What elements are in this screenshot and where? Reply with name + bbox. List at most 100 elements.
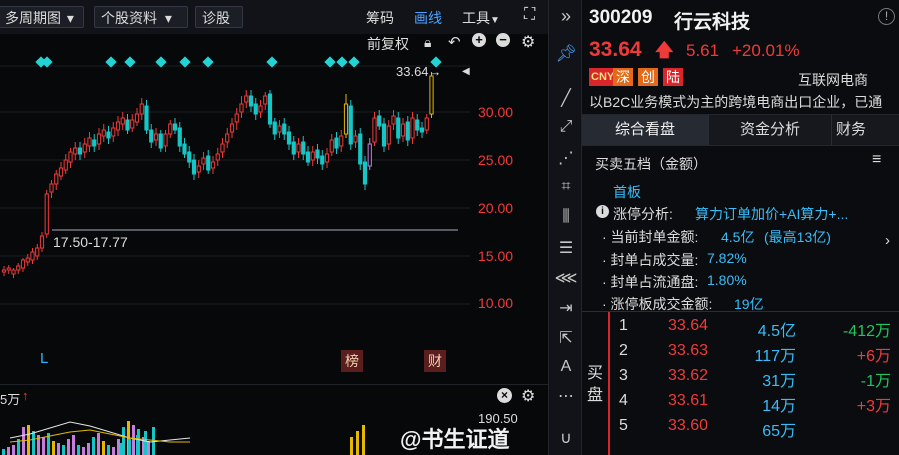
text-tool-icon[interactable]: A: [549, 358, 583, 376]
tab-bar: 综合看盘 资金分析 财务: [582, 114, 899, 146]
volume-bar: [97, 433, 100, 455]
industry-label[interactable]: 互联网电商: [798, 70, 868, 90]
candle-body: [201, 157, 206, 165]
board-label: 首板: [613, 184, 641, 200]
volume-bar: [128, 439, 131, 455]
chevron-down-icon: ▾: [66, 10, 74, 26]
last-price: 33.64: [589, 38, 642, 61]
book-change: +3万: [856, 398, 891, 415]
info-icon[interactable]: !: [878, 8, 895, 25]
watermark: @书生证道: [400, 427, 510, 452]
info-icon: i: [596, 205, 609, 218]
volume-bar: [152, 427, 155, 455]
book-amount: 65万: [762, 423, 796, 440]
chevron-right-icon[interactable]: ›: [885, 232, 890, 249]
candle-body: [101, 129, 106, 137]
measure-tool-icon[interactable]: ⇥: [549, 298, 583, 318]
candle-body: [125, 119, 130, 131]
stock-code: 300209: [589, 7, 653, 28]
marker-bang[interactable]: 榜: [341, 350, 363, 372]
y-tick: 10.00: [478, 295, 514, 311]
drawing-toolbar: » 📌︎ ╱ ⤢ ⋰ ⌗ ⫼ ☰ ⋘ ⇥ ⇱ A ⋯ ∪: [548, 0, 582, 455]
badge-board: 创: [638, 68, 658, 86]
book-price: 33.63: [668, 342, 709, 359]
candle-body: [87, 137, 92, 147]
volume-bar: [92, 437, 95, 455]
candle-body: [11, 269, 16, 275]
candle-body: [96, 133, 102, 145]
gear-icon[interactable]: ⚙: [521, 386, 535, 406]
adjust-label[interactable]: 前复权: [367, 34, 409, 54]
candle-body: [234, 113, 239, 123]
lock-icon[interactable]: 🔒︎: [424, 34, 431, 51]
candle-body: [362, 161, 368, 185]
seal-float-ratio-value: 1.80%: [707, 272, 747, 288]
candle-body: [92, 139, 97, 147]
candle-body: [182, 143, 187, 155]
channel-tool-icon[interactable]: ⋰: [549, 148, 583, 168]
book-amount: 117万: [754, 348, 796, 365]
fullscreen-icon[interactable]: ⛶: [524, 6, 535, 24]
magnet-icon[interactable]: ∪: [549, 428, 583, 448]
candle-body: [172, 123, 178, 131]
collapse-icon[interactable]: »: [549, 6, 583, 27]
ray-tool-icon[interactable]: ⤢: [549, 118, 583, 136]
close-icon[interactable]: ×: [497, 388, 512, 403]
marker-cai[interactable]: 财: [424, 350, 446, 372]
seal-amount-label: · 当前封单金额:: [602, 229, 699, 245]
fan-tool-icon[interactable]: ⋘: [549, 268, 583, 288]
chart-toolbar: 多周期图 ▾ 个股资料 ▾ 诊股 筹码 画线 工具▼ ⛶: [0, 0, 548, 35]
volume-chart[interactable]: 190.50 @书生证道: [0, 408, 548, 455]
chips-button[interactable]: 筹码: [366, 8, 394, 28]
y-tick: 30.00: [478, 104, 514, 120]
candle-body: [353, 135, 358, 143]
volume-bar: [147, 441, 150, 455]
draw-line-button[interactable]: 画线: [414, 8, 442, 28]
more-icon[interactable]: ⋯: [549, 386, 583, 406]
pin-icon[interactable]: 📌︎: [549, 44, 583, 64]
menu-icon[interactable]: ≡: [872, 151, 881, 169]
period-select[interactable]: 多周期图 ▾: [0, 6, 84, 28]
stock-info-select[interactable]: 个股资料 ▾: [94, 6, 188, 28]
candle-body: [35, 247, 40, 257]
candle-body: [419, 127, 425, 133]
book-amount: 4.5亿: [757, 323, 796, 340]
y-tick: 20.00: [478, 200, 514, 216]
candle-body: [405, 121, 410, 141]
undo-icon[interactable]: ↶: [448, 33, 461, 51]
candle-body: [25, 257, 30, 263]
diagnose-button[interactable]: 诊股: [195, 6, 243, 28]
volume-bar: [2, 449, 5, 455]
candle-body: [343, 103, 349, 135]
crop-tool-icon[interactable]: ⌗: [549, 178, 583, 196]
candle-body: [324, 153, 330, 163]
tab-capital[interactable]: 资金分析: [708, 115, 832, 145]
tools-button[interactable]: 工具▼: [462, 8, 500, 28]
marker-l[interactable]: L: [40, 350, 48, 367]
candle-body: [139, 103, 144, 115]
book-amount: 31万: [762, 373, 796, 390]
candle-body: [415, 119, 420, 131]
candle-body: [329, 139, 334, 153]
gear-icon[interactable]: ⚙: [521, 32, 535, 52]
tab-overview[interactable]: 综合看盘: [582, 115, 708, 145]
kline-chart[interactable]: 前复权 🔒︎ ↶ + − ⚙ 33.64→ ◀ 30.00 25.00 20.0…: [0, 32, 548, 384]
candle-body: [149, 129, 154, 143]
fib-tool-icon[interactable]: ⫼: [549, 208, 583, 226]
volume-bar: [117, 439, 120, 455]
volume-bar: [62, 445, 65, 455]
candle-body: [396, 117, 401, 139]
candle-body: [244, 95, 249, 103]
line-tool-icon[interactable]: ╱: [549, 88, 583, 108]
level-tool-icon[interactable]: ☰: [549, 238, 583, 258]
divider: [582, 311, 899, 312]
tab-finance[interactable]: 财务: [836, 115, 866, 145]
zoom-out-icon[interactable]: −: [496, 33, 510, 47]
last-price-marker: 33.64→: [396, 64, 442, 79]
analysis-value[interactable]: 算力订单加价+AI算力+...: [695, 204, 848, 224]
zoom-in-icon[interactable]: +: [472, 33, 486, 47]
candle-body: [386, 125, 391, 145]
arrow-tool-icon[interactable]: ⇱: [549, 328, 583, 348]
candle-body: [49, 183, 54, 193]
candle-body: [248, 95, 254, 107]
